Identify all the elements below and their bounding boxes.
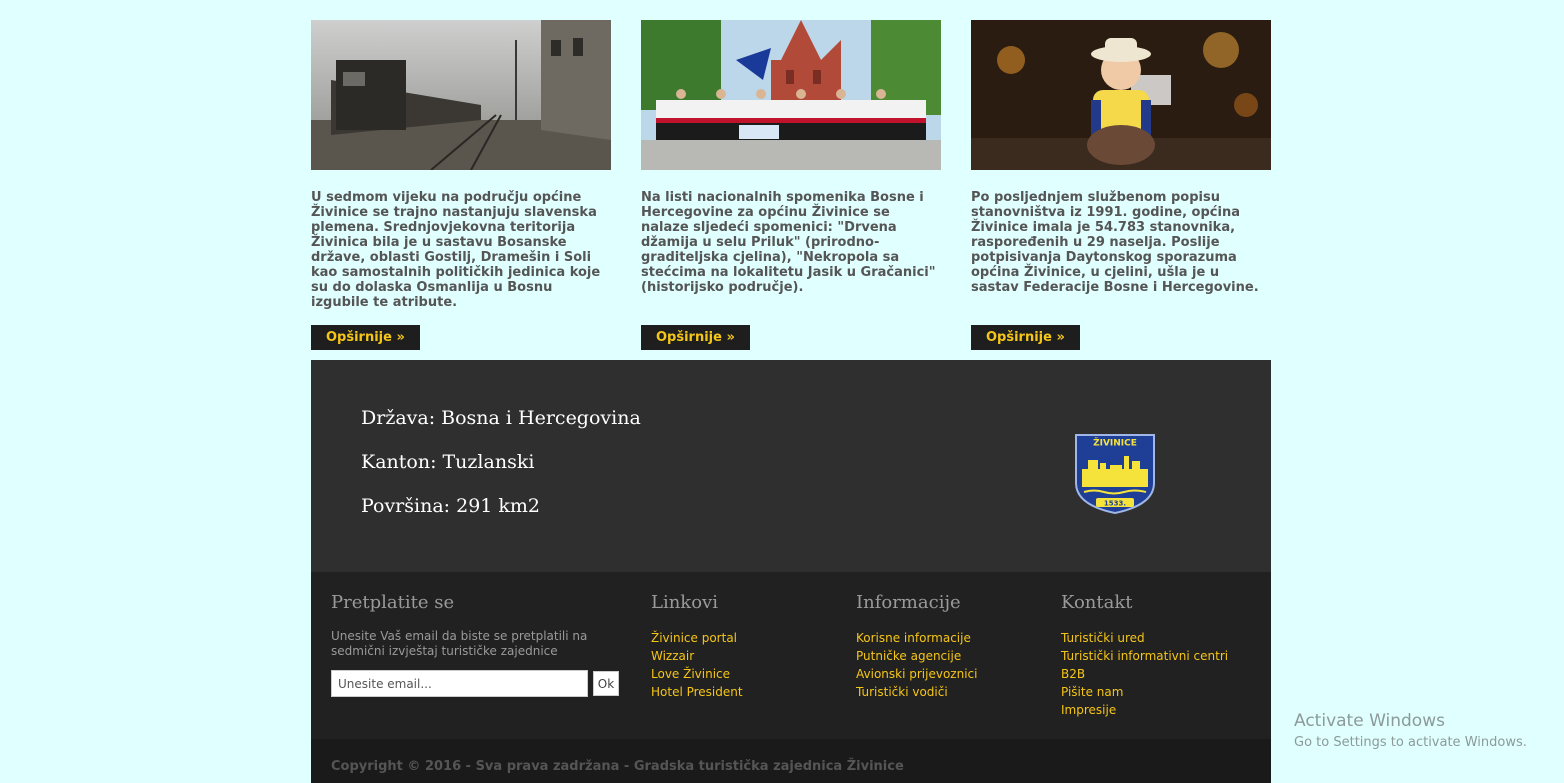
- link-airlines[interactable]: Avionski prijevoznici: [856, 665, 1046, 683]
- link-b2b[interactable]: B2B: [1061, 665, 1261, 683]
- copyright-text: Copyright © 2016 - Sva prava zadržana - …: [311, 739, 1271, 783]
- links-column: Linkovi Živinice portal Wizzair Love Živ…: [651, 592, 841, 701]
- subscribe-heading: Pretplatite se: [331, 592, 455, 613]
- card-image-railway[interactable]: [311, 20, 611, 170]
- link-info-centers[interactable]: Turistički informativni centri: [1061, 647, 1261, 665]
- info-area: Površina: 291 km2: [361, 495, 541, 517]
- link-write-us[interactable]: Pišite nam: [1061, 683, 1261, 701]
- link-zivinice-portal[interactable]: Živinice portal: [651, 629, 841, 647]
- card-population: Po posljednjem službenom popisu stanovni…: [971, 20, 1271, 350]
- contact-column: Kontakt Turistički ured Turistički infor…: [1061, 592, 1261, 719]
- link-travel-agencies[interactable]: Putničke agencije: [856, 647, 1046, 665]
- feature-cards: U sedmom vijeku na području općine Živin…: [311, 0, 1271, 360]
- card-text: Po posljednjem službenom popisu stanovni…: [971, 190, 1259, 295]
- card-text: U sedmom vijeku na području općine Živin…: [311, 190, 601, 310]
- card-monuments: Na listi nacionalnih spomenika Bosne i H…: [641, 20, 941, 350]
- card-image-child[interactable]: [971, 20, 1271, 170]
- link-hotel-president[interactable]: Hotel President: [651, 683, 841, 701]
- info-column: Informacije Korisne informacije Putničke…: [856, 592, 1046, 701]
- zivinice-crest-logo: ŽIVINICE 1533.: [1074, 433, 1156, 519]
- contact-heading: Kontakt: [1061, 592, 1133, 613]
- info-canton: Kanton: Tuzlanski: [361, 451, 535, 473]
- crest-title: ŽIVINICE: [1093, 437, 1137, 449]
- watermark-title: Activate Windows: [1294, 711, 1445, 731]
- info-heading: Informacije: [856, 592, 961, 613]
- crest-year: 1533.: [1104, 500, 1126, 508]
- card-text: Na listi nacionalnih spomenika Bosne i H…: [641, 190, 936, 295]
- page-wrapper: U sedmom vijeku na području općine Živin…: [311, 0, 1271, 783]
- links-heading: Linkovi: [651, 592, 718, 613]
- subscribe-description: Unesite Vaš email da biste se pretplatil…: [331, 629, 588, 658]
- municipality-info: Država: Bosna i Hercegovina Kanton: Tuzl…: [311, 360, 1271, 572]
- info-links-list: Korisne informacije Putničke agencije Av…: [856, 629, 1046, 701]
- subscribe-column: Pretplatite se Unesite Vaš email da bist…: [331, 592, 621, 697]
- link-tourist-office[interactable]: Turistički ured: [1061, 629, 1261, 647]
- link-wizzair[interactable]: Wizzair: [651, 647, 841, 665]
- subscribe-form: Ok: [331, 670, 621, 697]
- link-tour-guides[interactable]: Turistički vodiči: [856, 683, 1046, 701]
- read-more-button[interactable]: Opširnije »: [971, 325, 1080, 350]
- email-input[interactable]: [331, 670, 588, 697]
- info-list: Država: Bosna i Hercegovina Kanton: Tuzl…: [361, 405, 641, 537]
- watermark-subtitle: Go to Settings to activate Windows.: [1294, 735, 1527, 750]
- link-love-zivinice[interactable]: Love Živinice: [651, 665, 841, 683]
- link-impressions[interactable]: Impresije: [1061, 701, 1261, 719]
- read-more-button[interactable]: Opširnije »: [641, 325, 750, 350]
- card-image-folklore-group[interactable]: [641, 20, 941, 170]
- subscribe-ok-button[interactable]: Ok: [593, 671, 619, 696]
- links-list: Živinice portal Wizzair Love Živinice Ho…: [651, 629, 841, 701]
- activate-windows-watermark: Activate Windows Go to Settings to activ…: [1294, 711, 1527, 752]
- contact-links-list: Turistički ured Turistički informativni …: [1061, 629, 1261, 719]
- site-footer: Pretplatite se Unesite Vaš email da bist…: [311, 572, 1271, 739]
- link-useful-info[interactable]: Korisne informacije: [856, 629, 1046, 647]
- read-more-button[interactable]: Opširnije »: [311, 325, 420, 350]
- card-history: U sedmom vijeku na području općine Živin…: [311, 20, 611, 350]
- info-country: Država: Bosna i Hercegovina: [361, 407, 641, 429]
